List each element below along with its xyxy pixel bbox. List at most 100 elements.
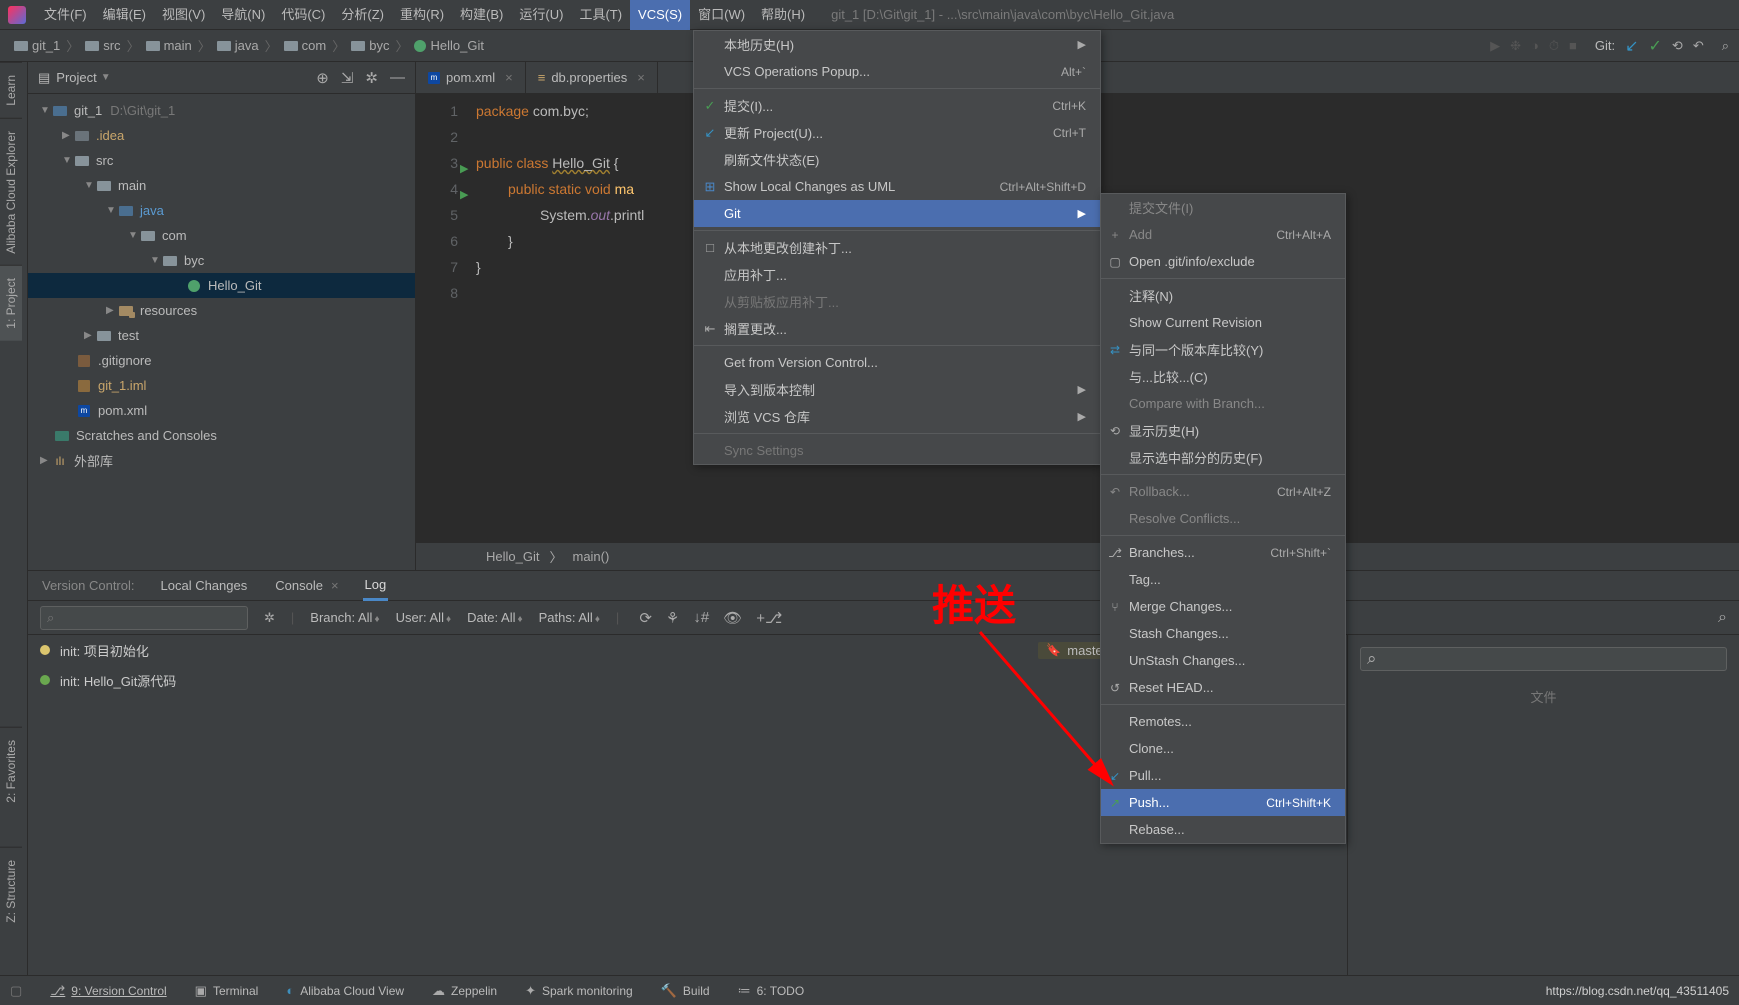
menu-item[interactable]: Git▶ [694, 200, 1100, 227]
tool-window-toggle[interactable]: ▢ [10, 983, 22, 999]
menu-view[interactable]: 视图(V) [154, 0, 213, 30]
menu-item[interactable]: 应用补丁... [694, 261, 1100, 288]
search-everywhere-icon[interactable]: ⌕ [1722, 38, 1729, 54]
user-filter[interactable]: User: All♦ [396, 610, 452, 625]
tree-node-byc[interactable]: ▼byc [28, 248, 415, 273]
git-rollback-icon[interactable]: ↶ [1693, 38, 1704, 54]
tree-node-scratches[interactable]: Scratches and Consoles [28, 423, 415, 448]
submenu-item[interactable]: Tag... [1101, 566, 1345, 593]
tree-node-gitignore[interactable]: .gitignore [28, 348, 415, 373]
close-icon[interactable]: × [637, 70, 645, 85]
paths-filter[interactable]: Paths: All♦ [539, 610, 600, 625]
run-gutter-icon[interactable]: ▶ [460, 182, 468, 208]
tree-node-test[interactable]: ▶test [28, 323, 415, 348]
search-icon[interactable]: ⌕ [1718, 609, 1727, 627]
dropdown-icon[interactable]: ▼ [101, 72, 111, 83]
menu-item[interactable]: VCS Operations Popup...Alt+` [694, 58, 1100, 85]
tree-node-resources[interactable]: ▶resources [28, 298, 415, 323]
crumb-method[interactable]: main() [572, 549, 609, 564]
menu-code[interactable]: 代码(C) [273, 0, 333, 30]
git-update-icon[interactable]: ↙ [1625, 36, 1638, 56]
submenu-item[interactable]: ↺Reset HEAD... [1101, 674, 1345, 701]
git-history-icon[interactable]: ⟲ [1672, 38, 1683, 54]
submenu-item[interactable]: Stash Changes... [1101, 620, 1345, 647]
go-to-hash-button[interactable]: ↓# [693, 609, 709, 627]
project-tree[interactable]: ▼git_1D:\Git\git_1 ▶.idea ▼src ▼main ▼ja… [28, 94, 415, 477]
tree-node-src[interactable]: ▼src [28, 148, 415, 173]
menu-item[interactable]: ⊞Show Local Changes as UMLCtrl+Alt+Shift… [694, 173, 1100, 200]
tree-node-root[interactable]: ▼git_1D:\Git\git_1 [28, 98, 415, 123]
menu-item[interactable]: 浏览 VCS 仓库▶ [694, 403, 1100, 430]
menu-item[interactable]: □从本地更改创建补丁... [694, 234, 1100, 261]
submenu-item[interactable]: ▢Open .git/info/exclude [1101, 248, 1345, 275]
menu-tools[interactable]: 工具(T) [571, 0, 630, 30]
tree-node-external-libs[interactable]: ▶ılı外部库 [28, 448, 415, 473]
tree-node-iml[interactable]: git_1.iml [28, 373, 415, 398]
refresh-button[interactable]: ⟳ [639, 609, 652, 627]
submenu-item[interactable]: 与...比较...(C) [1101, 363, 1345, 390]
locate-button[interactable]: ⊕ [316, 69, 329, 87]
submenu-item[interactable]: Rebase... [1101, 816, 1345, 843]
date-filter[interactable]: Date: All♦ [467, 610, 523, 625]
expand-all-button[interactable]: ⇲ [341, 69, 354, 87]
project-title[interactable]: Project [56, 70, 96, 85]
menu-item[interactable]: ↙更新 Project(U)...Ctrl+T [694, 119, 1100, 146]
details-search-input[interactable]: ⌕ [1360, 647, 1727, 671]
new-branch-button[interactable]: +⎇ [756, 609, 782, 627]
menu-build[interactable]: 构建(B) [452, 0, 511, 30]
breadcrumb-item[interactable]: byc [347, 38, 393, 53]
menu-analyze[interactable]: 分析(Z) [333, 0, 392, 30]
tree-node-main[interactable]: ▼main [28, 173, 415, 198]
bottom-tab-alibaba[interactable]: ◐Alibaba Cloud View [286, 983, 404, 998]
menu-run[interactable]: 运行(U) [511, 0, 571, 30]
dock-structure[interactable]: Z: Structure [0, 847, 22, 935]
stop-button[interactable]: ■ [1569, 38, 1577, 53]
dock-learn[interactable]: Learn [0, 62, 22, 118]
breadcrumb-item[interactable]: Hello_Git [410, 38, 487, 53]
tree-node-idea[interactable]: ▶.idea [28, 123, 415, 148]
bottom-tab-build[interactable]: 🔨Build [661, 983, 710, 999]
tree-node-hello-git[interactable]: Hello_Git [28, 273, 415, 298]
menu-item[interactable]: 导入到版本控制▶ [694, 376, 1100, 403]
log-search-input[interactable]: ⌕ [40, 606, 248, 630]
settings-button[interactable]: ✲ [365, 69, 378, 87]
menu-item[interactable]: 本地历史(H)▶ [694, 31, 1100, 58]
submenu-item[interactable]: ↙Pull... [1101, 762, 1345, 789]
submenu-item[interactable]: ⎇Branches...Ctrl+Shift+` [1101, 539, 1345, 566]
hide-button[interactable]: — [390, 69, 405, 87]
menu-item[interactable]: ⇤搁置更改... [694, 315, 1100, 342]
menu-item[interactable]: Get from Version Control... [694, 349, 1100, 376]
submenu-item[interactable]: 显示选中部分的历史(F) [1101, 444, 1345, 471]
menu-item[interactable]: 刷新文件状态(E) [694, 146, 1100, 173]
submenu-item[interactable]: 注释(N) [1101, 282, 1345, 309]
bottom-tab-version-control[interactable]: ⎇9: Version Control [50, 983, 166, 999]
breadcrumb-item[interactable]: git_1 [10, 38, 64, 53]
dock-alibaba-cloud[interactable]: Alibaba Cloud Explorer [0, 118, 22, 266]
branch-filter[interactable]: Branch: All♦ [310, 610, 379, 625]
run-gutter-icon[interactable]: ▶ [460, 156, 468, 182]
breadcrumb-item[interactable]: src [81, 38, 124, 53]
vc-tab-local-changes[interactable]: Local Changes [159, 572, 250, 599]
dock-project[interactable]: 1: Project [0, 265, 22, 341]
coverage-button[interactable]: ◑ [1531, 38, 1539, 53]
menu-window[interactable]: 窗口(W) [690, 0, 753, 30]
cherry-pick-button[interactable]: ⚘ [666, 609, 679, 627]
submenu-item[interactable]: ⟲显示历史(H) [1101, 417, 1345, 444]
tree-node-java[interactable]: ▼java [28, 198, 415, 223]
submenu-item[interactable]: UnStash Changes... [1101, 647, 1345, 674]
menu-file[interactable]: 文件(F) [36, 0, 95, 30]
menu-edit[interactable]: 编辑(E) [95, 0, 154, 30]
tree-node-com[interactable]: ▼com [28, 223, 415, 248]
close-icon[interactable]: × [331, 578, 339, 593]
menu-item[interactable]: ✓提交(I)...Ctrl+K [694, 92, 1100, 119]
editor-tab-db[interactable]: ≡db.properties× [526, 62, 658, 94]
view-options-button[interactable]: 👁 [723, 609, 742, 627]
debug-button[interactable]: ❉ [1510, 38, 1521, 54]
tree-node-pom[interactable]: mpom.xml [28, 398, 415, 423]
breadcrumb-item[interactable]: java [213, 38, 263, 53]
menu-navigate[interactable]: 导航(N) [213, 0, 273, 30]
vc-tab-log[interactable]: Log [363, 571, 389, 601]
breadcrumb-item[interactable]: main [142, 38, 196, 53]
submenu-item[interactable]: ⇄与同一个版本库比较(Y) [1101, 336, 1345, 363]
menu-help[interactable]: 帮助(H) [753, 0, 813, 30]
